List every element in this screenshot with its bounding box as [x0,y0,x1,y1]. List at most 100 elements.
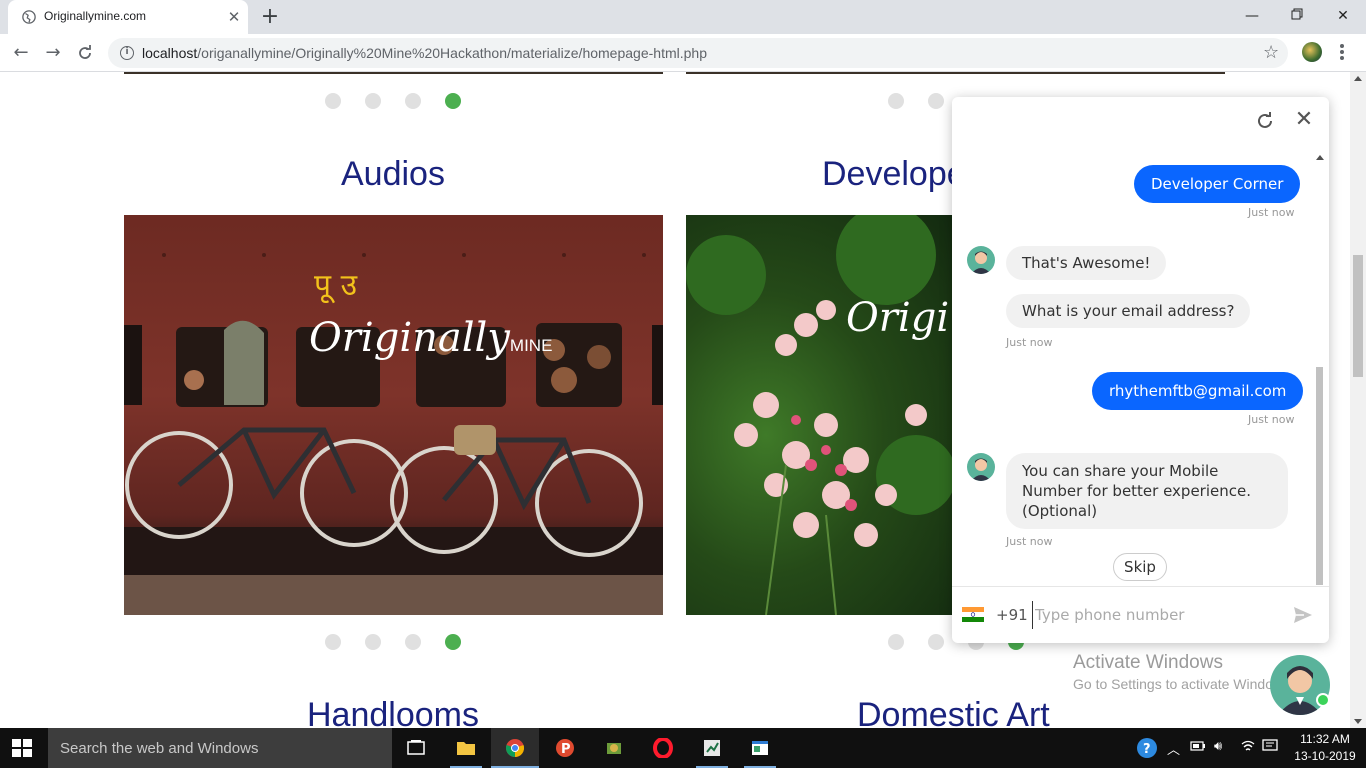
section-title-handlooms: Handlooms [307,696,479,728]
chat-scroll-thumb[interactable] [1316,367,1323,585]
audios-card-image[interactable]: पू उ OriginallyMINE [124,215,663,615]
browser-menu-icon[interactable] [1337,42,1347,62]
previous-card-image-edge [686,72,1225,74]
message-timestamp: Just now [1006,336,1053,349]
tool-app-icon [607,743,621,754]
minimize-button[interactable]: — [1240,6,1264,26]
browser-tab[interactable]: Originallymine.com ✕ [8,0,248,34]
skip-button[interactable]: Skip [1113,553,1167,581]
reload-icon[interactable] [74,42,96,64]
carousel-dot[interactable] [325,634,341,650]
message-timestamp: Just now [1006,535,1053,548]
browser-tabstrip: Originallymine.com ✕ + — ✕ [0,0,1366,34]
carousel-dot[interactable] [405,93,421,109]
carousel-dot[interactable] [365,93,381,109]
taskbar-opera[interactable] [639,728,687,768]
globe-icon [22,10,36,24]
train-bicycles-illustration: पू उ [124,253,663,615]
bot-message: What is your email address? [1006,294,1251,328]
chat-close-icon[interactable]: ✕ [1294,109,1314,131]
address-bar[interactable]: i localhost/origanallymine/Originally%20… [108,38,1288,68]
chrome-icon [505,739,525,757]
section-title-audios: Audios [341,155,445,193]
site-info-icon[interactable]: i [120,46,134,60]
back-icon[interactable]: ← [10,42,32,64]
profile-avatar[interactable] [1302,42,1322,62]
scroll-down-arrow-icon[interactable] [1354,719,1362,724]
restore-button[interactable] [1285,6,1309,26]
carousel-dot[interactable] [888,634,904,650]
svg-text:P: P [561,742,571,757]
message-timestamp: Just now [1248,206,1295,219]
volume-icon[interactable]: 🔊︎ [1214,739,1222,754]
taskbar-excel[interactable] [688,728,736,768]
carousel-dot[interactable] [928,634,944,650]
browser-toolbar: ← → i localhost/origanallymine/Originall… [0,34,1366,72]
forward-icon[interactable]: → [42,42,64,64]
new-tab-button[interactable]: + [258,5,282,29]
india-flag-icon[interactable] [962,607,984,622]
carousel-dot-active[interactable] [445,93,461,109]
activate-windows-title: Activate Windows [1073,652,1223,673]
carousel-dot[interactable] [365,634,381,650]
page-scrollbar[interactable] [1350,72,1366,728]
bookmark-star-icon[interactable]: ☆ [1263,42,1279,63]
restore-icon [1291,8,1303,20]
pink-flowers-illustration [686,215,952,615]
tab-close-icon[interactable]: ✕ [226,9,242,25]
carousel-dot-active[interactable] [445,634,461,650]
carousel-dot[interactable] [928,93,944,109]
folder-icon [457,742,475,755]
taskbar-file-explorer[interactable] [442,728,490,768]
carousel-dot[interactable] [888,93,904,109]
originallymine-watermark-partial: Origi [846,295,950,341]
wifi-icon[interactable] [1240,739,1256,757]
refresh-icon[interactable] [1255,111,1275,131]
chat-input-bar: +91 [952,586,1329,643]
developer-card-image[interactable]: Origi [686,215,952,615]
phone-number-input[interactable] [1032,601,1282,629]
dial-code[interactable]: +91 [996,606,1028,624]
svg-text:?: ? [1143,742,1151,757]
send-icon[interactable] [1292,604,1314,626]
chat-scrollbar[interactable] [1314,155,1324,585]
scroll-up-arrow-icon[interactable] [1354,76,1362,81]
task-view-button[interactable] [392,728,440,768]
task-view-icon [407,740,425,755]
windows-start-icon[interactable] [12,739,32,757]
carousel-dot[interactable] [325,93,341,109]
url-text: localhost/origanallymine/Originally%20Mi… [142,45,707,61]
section-title-domestic-art: Domestic Art [857,696,1050,728]
user-message: Developer Corner [1134,165,1301,203]
taskbar-window-app[interactable] [736,728,784,768]
previous-card-image-edge [124,72,663,74]
svg-text:पू उ: पू उ [314,268,358,304]
show-hidden-icons-chevron-icon[interactable]: ︿ [1167,739,1180,758]
windows-taskbar: Search the web and Windows P ? ︿ 🔊︎ 11:3… [0,728,1366,768]
activate-windows-subtitle: Go to Settings to activate Windows. [1073,676,1294,692]
originallymine-watermark: OriginallyMINE [309,315,553,361]
chat-widget: ✕ Developer Corner Just now That's Aweso… [952,97,1329,643]
section-title-developer: Develope [822,155,966,193]
taskbar-psiphon[interactable]: P [541,728,589,768]
p-app-icon: P [556,739,574,757]
help-icon[interactable]: ? [1136,737,1158,763]
carousel-dot[interactable] [405,634,421,650]
taskbar-search-box[interactable]: Search the web and Windows [48,728,392,768]
system-clock[interactable]: 11:32 AM 13-10-2019 [1294,731,1356,765]
bot-message: That's Awesome! [1006,246,1167,280]
window-close-button[interactable]: ✕ [1331,6,1355,26]
taskbar-chrome[interactable] [491,728,539,768]
user-message: rhythemftb@gmail.com [1092,372,1304,410]
chat-scroll-up-icon[interactable] [1316,155,1324,160]
scroll-thumb[interactable] [1353,255,1363,377]
online-status-dot [1316,693,1330,707]
opera-icon [653,738,673,758]
message-timestamp: Just now [1248,413,1295,426]
notification-icon[interactable] [1262,739,1278,757]
taskbar-app[interactable] [590,728,638,768]
battery-icon[interactable] [1190,739,1206,757]
bot-avatar [967,246,995,274]
tab-title: Originallymine.com [44,9,147,23]
spreadsheet-icon [704,740,720,756]
